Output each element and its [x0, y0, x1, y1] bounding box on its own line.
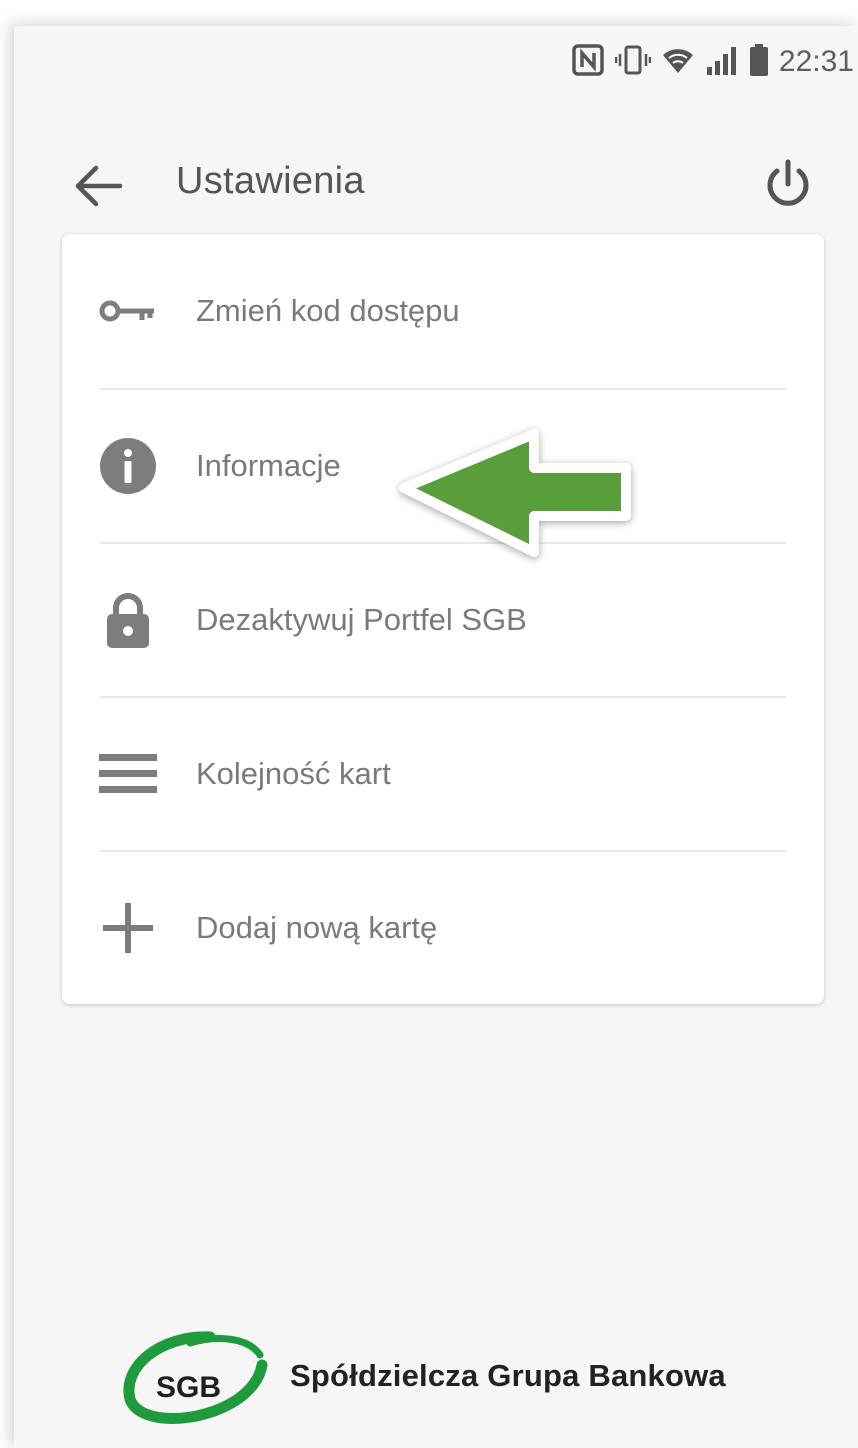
reorder-icon — [98, 744, 158, 804]
key-icon — [98, 281, 158, 341]
menu-item-change-passcode[interactable]: Zmień kod dostępu — [62, 234, 824, 388]
status-time: 22:31 — [778, 45, 854, 78]
menu-item-add-card[interactable]: Dodaj nową kartę — [62, 851, 824, 1005]
info-icon — [98, 436, 158, 496]
settings-card: Zmień kod dostępu Informacje Dezaktywuj … — [62, 234, 824, 1004]
status-bar: 22:31 — [571, 40, 858, 84]
lock-icon — [98, 590, 158, 650]
footer-brand: SGB Spółdzielcza Grupa Bankowa — [120, 1316, 726, 1436]
menu-item-label: Informacje — [196, 448, 341, 483]
logout-button[interactable] — [758, 154, 818, 214]
menu-item-label: Kolejność kart — [196, 756, 391, 791]
phone-screen: 22:31 Ustawienia Zmień kod dostępu Infor… — [14, 26, 858, 1448]
battery-icon — [749, 43, 769, 82]
menu-item-label: Dodaj nową kartę — [196, 910, 438, 945]
vibrate-icon — [614, 43, 652, 82]
sgb-logo: SGB — [120, 1321, 290, 1431]
menu-item-label: Dezaktywuj Portfel SGB — [196, 602, 527, 637]
signal-icon — [705, 43, 739, 82]
brand-name: Spółdzielcza Grupa Bankowa — [290, 1358, 726, 1393]
green-arrow-left-icon — [390, 424, 640, 568]
back-button[interactable] — [68, 156, 128, 216]
wifi-icon — [661, 43, 695, 82]
app-bar: Ustawienia — [14, 136, 858, 236]
arrow-left-icon — [68, 165, 128, 220]
page-title: Ustawienia — [176, 160, 365, 202]
power-icon — [758, 159, 818, 218]
nfc-icon — [571, 43, 605, 82]
menu-item-label: Zmień kod dostępu — [196, 293, 460, 328]
plus-icon — [98, 898, 158, 958]
svg-text:SGB: SGB — [156, 1371, 221, 1404]
menu-item-card-order[interactable]: Kolejność kart — [62, 697, 824, 851]
